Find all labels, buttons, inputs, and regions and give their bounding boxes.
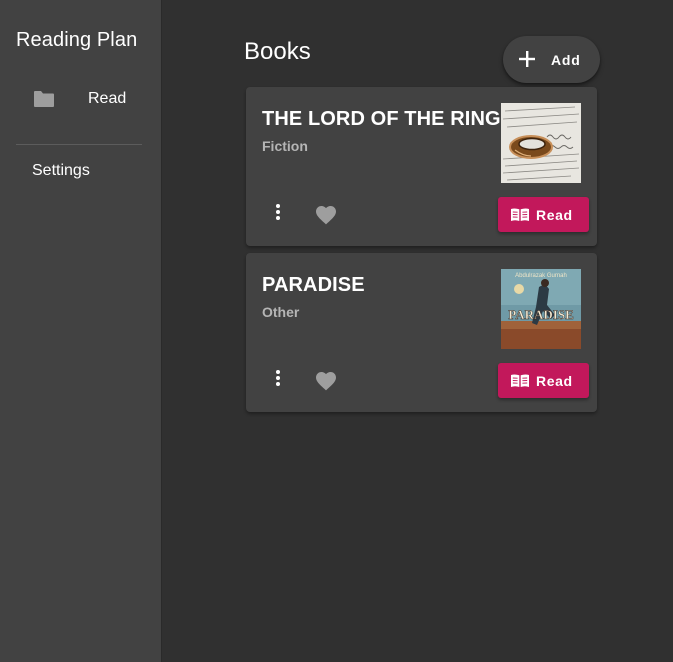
read-button[interactable]: Read <box>498 363 589 398</box>
app: Reading Plan Read Settings Books Add THE… <box>0 0 673 662</box>
add-book-button[interactable]: Add <box>503 36 600 83</box>
book-category: Other <box>262 304 300 320</box>
book-title: PARADISE <box>262 274 365 296</box>
more-options-button[interactable] <box>266 201 290 225</box>
app-title: Reading Plan <box>16 29 138 51</box>
book-card: THE LORD OF THE RING Fiction Read <box>246 87 597 246</box>
folder-icon <box>34 91 54 107</box>
paradise-book-cover-image: Abdulrazak Gurnah PARADISE <box>501 269 581 349</box>
plus-icon <box>519 51 535 67</box>
sidebar: Reading Plan Read Settings <box>0 0 162 662</box>
sidebar-item-label: Read <box>88 90 127 107</box>
page-title: Books <box>244 38 311 65</box>
favorite-button[interactable] <box>314 369 338 393</box>
more-options-button[interactable] <box>266 367 290 391</box>
read-label: Read <box>536 207 573 223</box>
open-book-icon <box>511 374 529 387</box>
cover-title: PARADISE <box>508 307 574 322</box>
favorite-button[interactable] <box>314 203 338 227</box>
heart-icon <box>316 372 336 391</box>
heart-icon <box>316 206 336 225</box>
sidebar-divider <box>16 144 142 145</box>
book-title: THE LORD OF THE RING <box>262 108 501 130</box>
book-cover <box>501 103 581 183</box>
book-category: Fiction <box>262 138 308 154</box>
add-label: Add <box>551 52 581 68</box>
ring-on-manuscript-image <box>501 103 581 183</box>
more-vert-icon <box>276 370 280 386</box>
read-label: Read <box>536 373 573 389</box>
book-card: PARADISE Other Abdulrazak Gurnah PARADIS… <box>246 253 597 412</box>
read-button[interactable]: Read <box>498 197 589 232</box>
sidebar-item-label: Settings <box>32 162 90 179</box>
more-vert-icon <box>276 204 280 220</box>
cover-author: Abdulrazak Gurnah <box>515 273 567 279</box>
book-cover: Abdulrazak Gurnah PARADISE <box>501 269 581 349</box>
sidebar-item-read[interactable]: Read <box>16 80 146 118</box>
open-book-icon <box>511 208 529 221</box>
sidebar-item-settings[interactable]: Settings <box>16 156 146 186</box>
